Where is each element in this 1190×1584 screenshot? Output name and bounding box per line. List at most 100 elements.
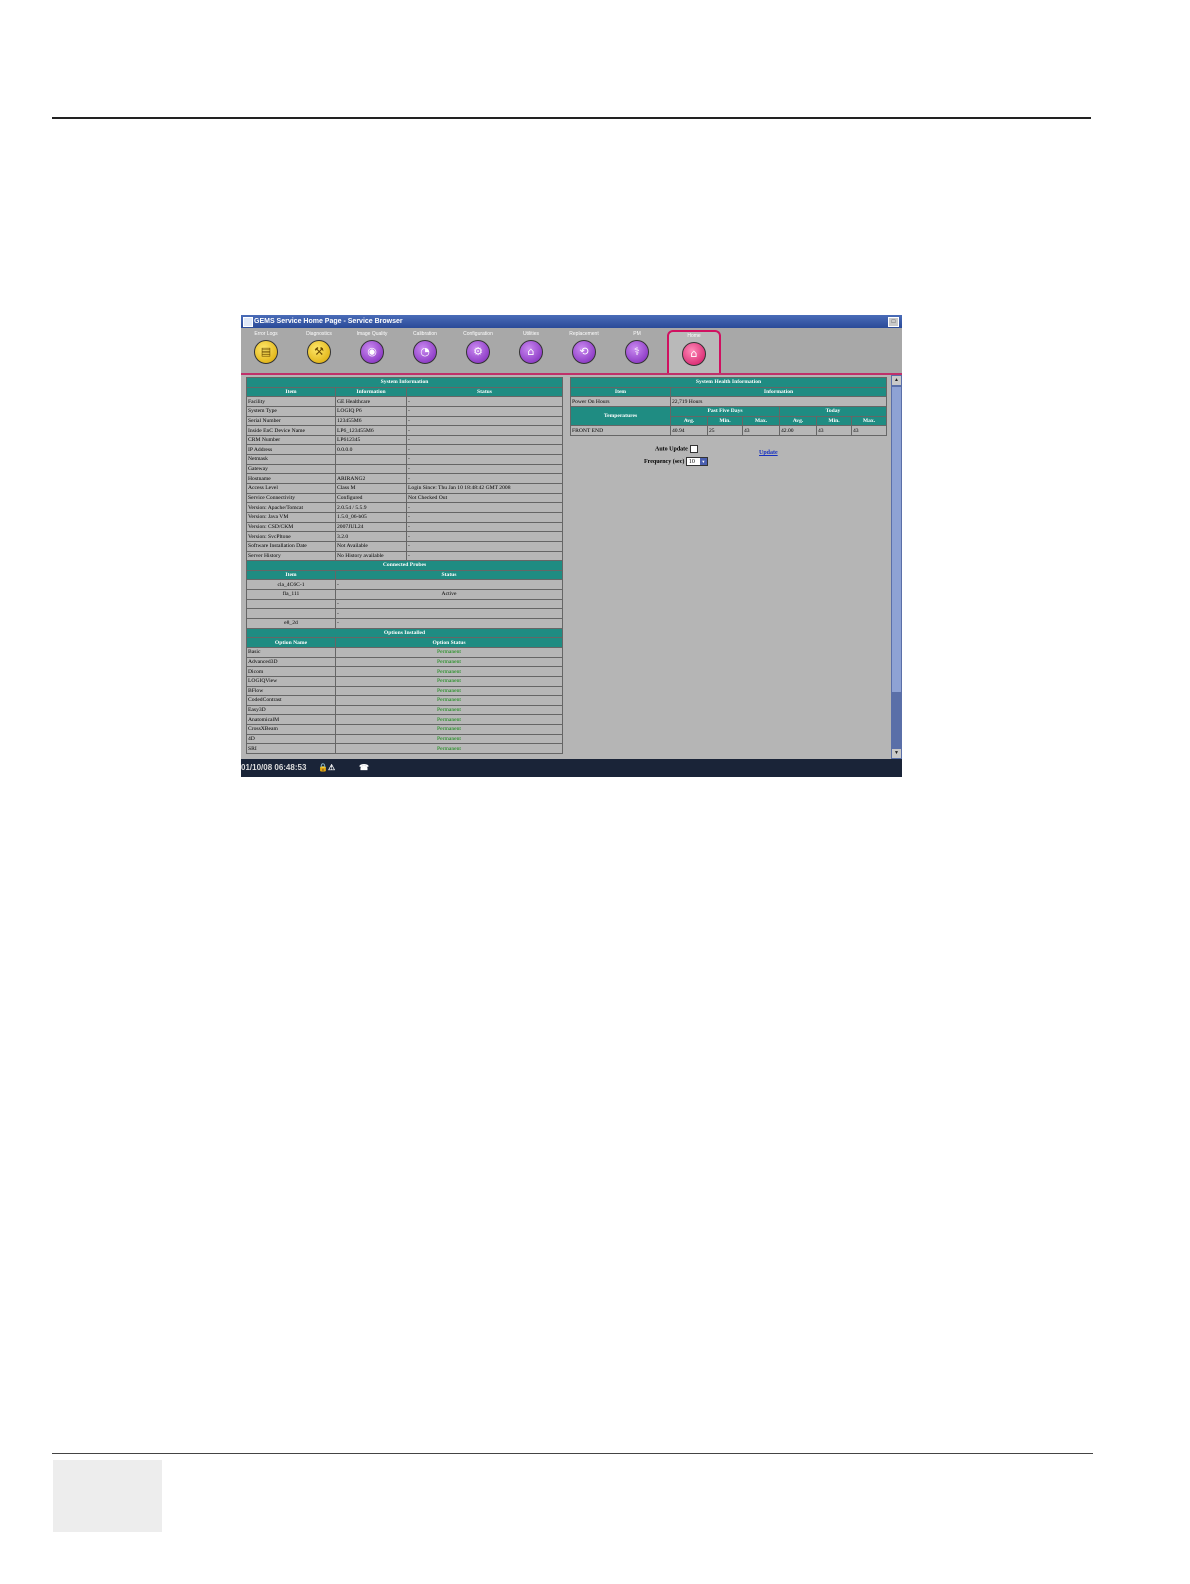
table-row: CodedContrast Permanent [246,695,564,706]
service-toolbar: Error Logs ▤ Diagnostics ⚒ Image Quality ◉ Cal… [241,328,902,375]
table-cell: 1.5.0_06-b05 [335,511,407,523]
tool-error-logs[interactable]: Error Logs ▤ [241,330,291,370]
calibration-icon[interactable]: ◔ [413,340,437,364]
table-cell: Class M [335,483,407,494]
tool-label: PM [633,331,641,337]
probe-status: - [334,618,564,629]
column-header: Min. [707,415,743,427]
table-cell: 3.2.0 [335,531,407,542]
chevron-down-icon[interactable]: ▼ [699,458,707,465]
phone-icon[interactable]: ☎ [359,763,369,773]
table-row: e8_2d - [246,618,564,629]
diagnostics-icon[interactable]: ⚒ [307,340,331,364]
table-cell: 2.0.54 / 5.5.9 [335,502,407,513]
table-row: LOGIQView Permanent [246,675,564,687]
option-status: Permanent [334,733,564,745]
column-header: Temperatures [570,405,671,427]
configuration-icon[interactable]: ⚙ [466,340,490,364]
tool-calibration[interactable]: Calibration ◔ [400,330,450,370]
system-info-table: System Information Item Information Status F… [245,377,564,754]
tool-label: Utilities [522,331,540,337]
frequency-select[interactable]: 10 ▼ [685,457,708,466]
table-cell: LP6_123455M6 [335,425,407,436]
vertical-scrollbar[interactable]: ▲ ▼ [891,375,902,759]
tool-configuration[interactable]: Configuration ⚙ [453,330,503,370]
frequency-label: Frequency (sec) [644,458,685,465]
lock-icon[interactable]: 🔒 [318,763,328,773]
table-row: Software Installation Date Not Available - [246,540,564,552]
table-cell: FRONT END [570,425,671,436]
table-cell: - [405,540,564,552]
table-row: Netmask - [246,454,564,465]
tool-home[interactable]: Home ⌂ [667,330,721,373]
tool-replacement[interactable]: Replacement ⟲ [559,330,609,370]
option-name: Advanced3D [246,656,336,668]
table-row: Item Status [246,569,564,581]
error-logs-icon[interactable]: ▤ [254,340,278,364]
table-row: Inside EnC Device Name LP6_123455M6- [246,425,564,436]
replacement-icon[interactable]: ⟲ [572,340,596,364]
option-status: Permanent [334,675,564,687]
table-cell: Version: CSD/CKM [246,521,336,533]
table-cell: 123455M6 [335,415,407,427]
table-row: SRI Permanent [246,743,564,754]
tool-diagnostics[interactable]: Diagnostics ⚒ [294,330,344,370]
tool-label: Home [687,333,701,339]
table-cell: Server History [246,550,336,562]
table-cell: - [405,425,564,436]
option-status: Permanent [334,666,564,677]
probe-name [246,608,336,619]
option-status: Permanent [334,646,564,658]
utilities-icon[interactable]: ⌂ [519,340,543,364]
pm-icon[interactable]: ⚕ [625,340,649,364]
window-titlebar: GEMS Service Home Page - Service Browser… [241,315,902,328]
tool-pm[interactable]: PM ⚕ [612,330,662,370]
scroll-thumb[interactable] [892,387,901,692]
header-rule [52,117,1091,119]
table-row: AnatomicalM Permanent [246,714,564,726]
tool-label: Calibration [413,331,437,337]
table-row: System Health Information [569,377,888,388]
table-row: Serial Number 123455M6- [246,415,564,427]
scroll-up-icon[interactable]: ▲ [892,376,901,385]
option-name: Dicom [246,666,336,677]
table-row: Version: CSD/CKM 2007JUL24- [246,521,564,533]
table-cell: - [405,454,564,465]
footer-box [53,1460,162,1532]
table-cell: - [405,511,564,523]
option-name: CrossXBeam [246,724,336,735]
table-row: Easy3D Permanent [246,704,564,716]
table-cell: 43 [850,425,888,436]
network-icon[interactable]: ⚠ [328,763,337,773]
image-quality-icon[interactable]: ◉ [360,340,384,364]
probe-name: e8_2d [246,618,336,629]
column-header: Information [335,386,407,398]
table-cell: Version: SvcPltone [246,531,336,542]
table-cell: 2007JUL24 [335,521,407,533]
table-cell: Configured [335,492,407,504]
update-link[interactable]: Update [759,450,778,456]
tool-label: Diagnostics [306,331,332,337]
option-status: Permanent [334,704,564,716]
tool-image-quality[interactable]: Image Quality ◉ [347,330,397,370]
table-row: Gateway - [246,463,564,475]
option-status: Permanent [334,685,564,697]
option-name: CodedContrast [246,695,336,706]
maximize-button[interactable]: □ [888,317,899,327]
home-icon[interactable]: ⌂ [682,342,706,366]
table-cell: Facility [246,396,336,407]
table-cell: 42.00 [779,425,817,436]
option-name: Basic [246,646,336,658]
option-name: BFlow [246,685,336,697]
column-header: Status [405,386,564,398]
probe-status: - [334,579,564,591]
scroll-down-icon[interactable]: ▼ [892,749,901,758]
auto-update-checkbox[interactable] [689,445,698,453]
column-header: Option Name [246,637,336,648]
column-header: Status [334,569,564,581]
power-on-label: Power On Hours [570,396,671,407]
table-cell: - [405,396,564,407]
tool-utilities[interactable]: Utilities ⌂ [506,330,556,370]
table-cell: LOGIQ P6 [335,405,407,417]
table-row: System Information [245,377,564,388]
